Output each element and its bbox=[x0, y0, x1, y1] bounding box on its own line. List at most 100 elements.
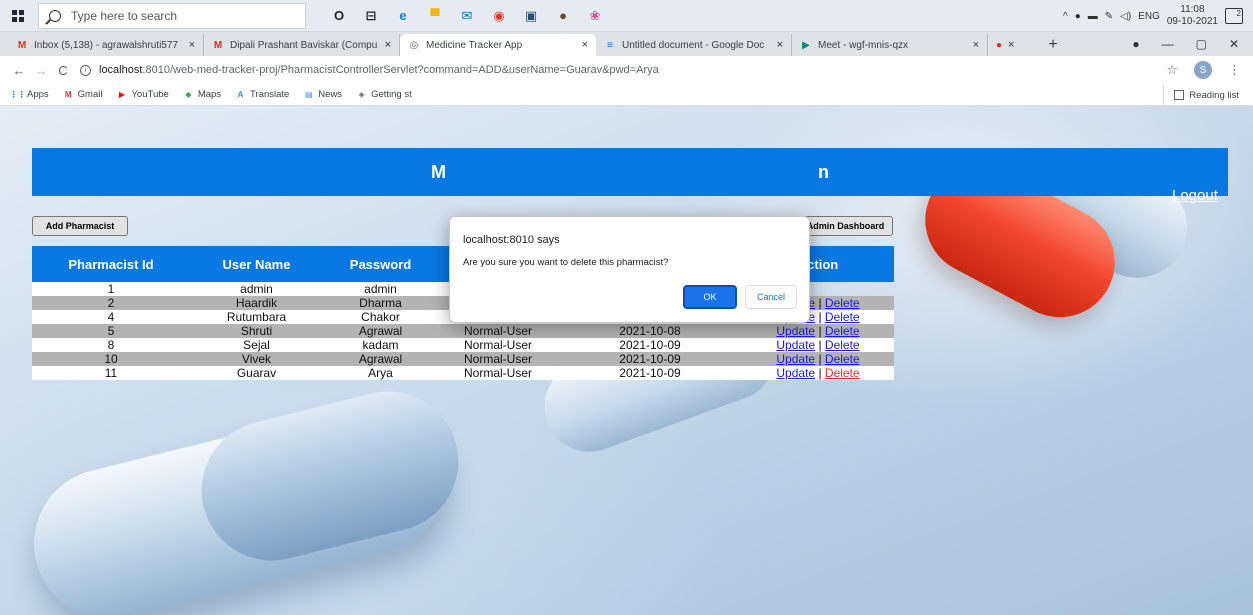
taskbar-search-box[interactable]: Type here to search bbox=[38, 2, 306, 29]
bookmark-gmail[interactable]: M Gmail bbox=[63, 89, 103, 100]
delete-link[interactable]: Delete bbox=[825, 310, 860, 324]
app2-icon[interactable]: ● bbox=[552, 5, 574, 27]
tab-0[interactable]: M Inbox (5,138) - agrawalshruti577 × bbox=[8, 34, 204, 56]
cell-user: Rutumbara bbox=[190, 310, 323, 324]
logout-link[interactable]: Logout bbox=[1172, 187, 1218, 204]
language-indicator[interactable]: ENG bbox=[1138, 11, 1160, 22]
bookmark-apps[interactable]: ⋮⋮ Apps bbox=[9, 89, 49, 100]
close-icon[interactable]: × bbox=[385, 39, 391, 51]
cell-action: Update | Delete bbox=[742, 352, 894, 366]
tab-4[interactable]: ▶ Meet - wgf-mnis-qzx × bbox=[792, 34, 988, 56]
gmail-icon: M bbox=[17, 39, 27, 51]
action-separator: | bbox=[818, 338, 822, 352]
bookmark-news[interactable]: ▤ News bbox=[303, 89, 342, 100]
back-button[interactable]: ← bbox=[8, 63, 30, 78]
cell-id: 2 bbox=[32, 296, 190, 310]
reload-button[interactable]: C bbox=[52, 63, 74, 78]
delete-link[interactable]: Delete bbox=[825, 366, 860, 380]
forward-button[interactable]: → bbox=[30, 63, 52, 78]
tab-title: Medicine Tracker App bbox=[426, 39, 523, 51]
cell-user: Vivek bbox=[190, 352, 323, 366]
cell-user: Shruti bbox=[190, 324, 323, 338]
pen-icon[interactable]: ✎ bbox=[1105, 11, 1113, 22]
cell-pwd: Agrawal bbox=[323, 352, 438, 366]
meet-icon: ▶ bbox=[802, 39, 810, 51]
site-info-icon[interactable]: i bbox=[80, 64, 91, 76]
delete-link[interactable]: Delete bbox=[825, 324, 860, 338]
mail-icon[interactable]: ✉ bbox=[456, 5, 478, 27]
chevron-up-icon[interactable]: ^ bbox=[1063, 11, 1068, 22]
delete-link[interactable]: Delete bbox=[825, 338, 860, 352]
add-pharmacist-button[interactable]: Add Pharmacist bbox=[32, 216, 128, 236]
delete-link[interactable]: Delete bbox=[825, 352, 860, 366]
chrome-icon[interactable]: ◉ bbox=[488, 5, 510, 27]
chrome-menu-icon[interactable]: ⋮ bbox=[1228, 62, 1241, 78]
edge-icon[interactable]: e bbox=[392, 5, 414, 27]
tab-recording[interactable]: ● × bbox=[988, 34, 1040, 56]
cortana-icon[interactable]: O bbox=[328, 5, 350, 27]
clock-time: 11:08 bbox=[1180, 4, 1205, 15]
windows-start-icon[interactable] bbox=[0, 0, 36, 32]
tab-3[interactable]: ≡ Untitled document - Google Doc × bbox=[596, 34, 792, 56]
action-separator: | bbox=[818, 352, 822, 366]
close-window-button[interactable]: ✕ bbox=[1229, 37, 1239, 51]
bookmark-star-icon[interactable]: ☆ bbox=[1166, 62, 1178, 78]
url-host: localhost bbox=[99, 64, 143, 76]
cell-action: Update | Delete bbox=[742, 324, 894, 338]
close-icon[interactable]: × bbox=[189, 39, 195, 51]
tab-title: Dipali Prashant Baviskar (Compu bbox=[230, 39, 378, 51]
update-link[interactable]: Update bbox=[776, 324, 815, 338]
cell-pwd: Agrawal bbox=[323, 324, 438, 338]
browser-toolbar: ← → C i localhost:8010/web-med-tracker-p… bbox=[0, 56, 1253, 84]
maximize-button[interactable]: ▢ bbox=[1196, 37, 1207, 51]
extension-icon[interactable]: ● bbox=[1132, 37, 1139, 51]
cell-user: Haardik bbox=[190, 296, 323, 310]
cell-user: Sejal bbox=[190, 338, 323, 352]
bookmark-translate[interactable]: A Translate bbox=[235, 89, 290, 100]
cell-pwd: admin bbox=[323, 282, 438, 296]
windows-taskbar: Type here to search O ⊟ e ▀ ✉ ◉ ▣ ● ❀ ^ ● ▬ ✎ ◁)… bbox=[0, 0, 1253, 32]
cell-action: Update | Delete bbox=[742, 338, 894, 352]
tab-1[interactable]: M Dipali Prashant Baviskar (Compu × bbox=[204, 34, 400, 56]
getting-started-icon: ◈ bbox=[358, 90, 365, 99]
update-link[interactable]: Update bbox=[776, 338, 815, 352]
update-link[interactable]: Update bbox=[776, 366, 815, 380]
reading-list-button[interactable]: Reading list bbox=[1163, 84, 1239, 106]
dialog-ok-button[interactable]: OK bbox=[683, 285, 737, 309]
close-icon[interactable]: × bbox=[777, 39, 783, 51]
taskbar-search-placeholder: Type here to search bbox=[71, 8, 178, 23]
close-icon[interactable]: × bbox=[973, 39, 979, 51]
apps-grid-icon: ⋮⋮ bbox=[9, 90, 26, 99]
bookmark-youtube[interactable]: ▶ YouTube bbox=[116, 89, 169, 100]
address-bar[interactable]: i localhost:8010/web-med-tracker-proj/Ph… bbox=[80, 64, 659, 76]
recording-dot-icon: ● bbox=[996, 39, 1003, 51]
notification-icon[interactable]: 2 bbox=[1225, 8, 1243, 24]
bookmark-maps[interactable]: ◆ Maps bbox=[183, 89, 221, 100]
new-tab-button[interactable]: + bbox=[1040, 34, 1066, 56]
cell-user: Guarav bbox=[190, 366, 323, 380]
cell-action: Update | Delete bbox=[742, 366, 894, 380]
bookmark-label: YouTube bbox=[131, 89, 169, 100]
tab-title: Inbox (5,138) - agrawalshruti577 bbox=[34, 39, 178, 51]
dialog-cancel-button[interactable]: Cancel bbox=[745, 285, 797, 309]
file-explorer-icon[interactable]: ▀ bbox=[424, 5, 446, 27]
volume-icon[interactable]: ◁) bbox=[1120, 11, 1131, 22]
mic-icon[interactable]: ● bbox=[1075, 11, 1081, 22]
cell-id: 11 bbox=[32, 366, 190, 380]
update-link[interactable]: Update bbox=[776, 352, 815, 366]
taskview-icon[interactable]: ⊟ bbox=[360, 5, 382, 27]
admin-dashboard-button[interactable]: Admin Dashboard bbox=[798, 216, 893, 236]
close-icon[interactable]: × bbox=[582, 39, 588, 51]
bookmark-getting-st[interactable]: ◈ Getting st bbox=[356, 89, 411, 100]
app-icon[interactable]: ▣ bbox=[520, 5, 542, 27]
delete-link[interactable]: Delete bbox=[825, 296, 860, 310]
close-icon[interactable]: × bbox=[1008, 39, 1014, 51]
profile-avatar[interactable]: S bbox=[1194, 61, 1212, 79]
taskbar-clock[interactable]: 11:08 09-10-2021 bbox=[1167, 4, 1218, 28]
tab-2[interactable]: ◎ Medicine Tracker App × bbox=[400, 34, 596, 56]
network-icon[interactable]: ▬ bbox=[1088, 11, 1098, 22]
minimize-button[interactable]: — bbox=[1162, 37, 1174, 51]
app3-icon[interactable]: ❀ bbox=[584, 5, 606, 27]
gmail-icon: M bbox=[64, 90, 72, 99]
bookmark-label: Gmail bbox=[77, 89, 103, 100]
